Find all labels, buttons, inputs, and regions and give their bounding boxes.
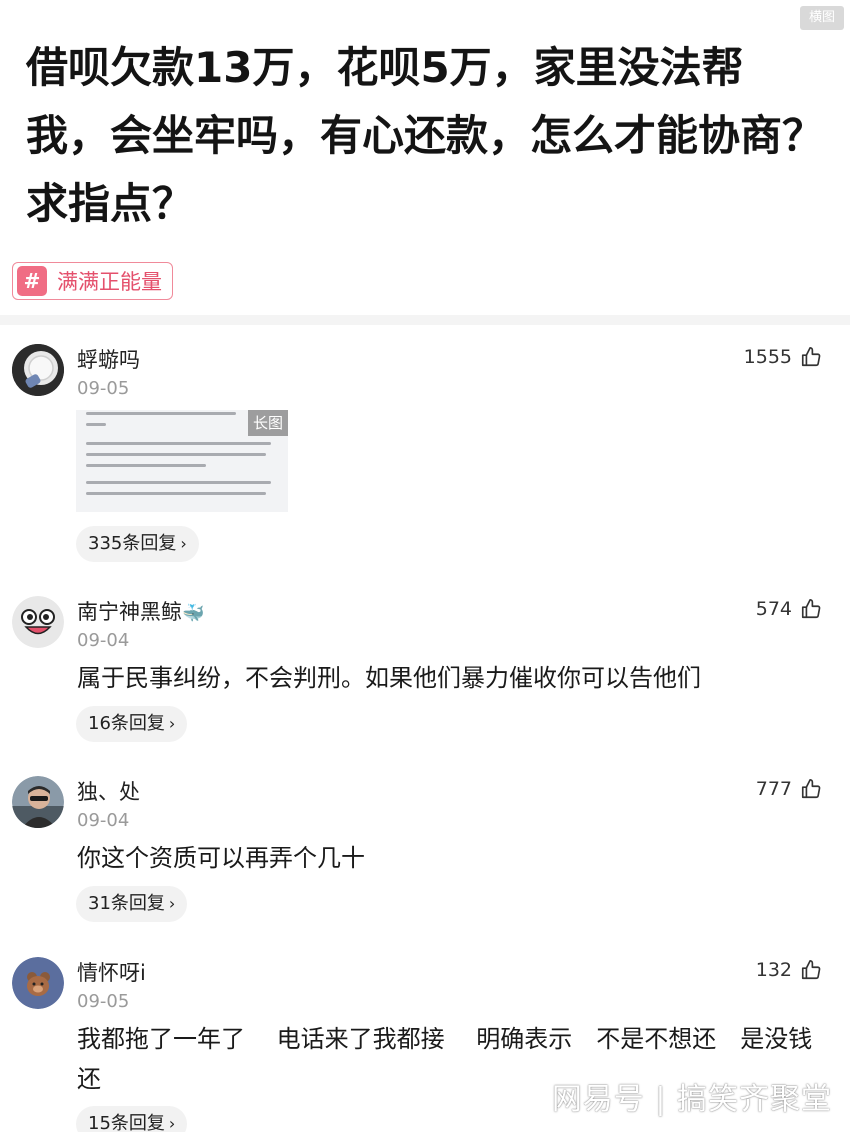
like-count: 132 — [755, 959, 792, 981]
comment-date: 09-04 — [77, 630, 130, 651]
reply-count-label: 16条回复 — [88, 713, 165, 734]
comment-username-text: 南宁神黑鲸 — [77, 600, 182, 624]
hashtag-icon: # — [17, 266, 47, 296]
section-divider — [0, 315, 850, 325]
reply-count-button[interactable]: 335条回复 › — [76, 526, 199, 562]
comment-date: 09-04 — [77, 810, 130, 831]
comment-item: 南宁神黑鲸🐳 09-04 574 属于民事纠纷，不会判刑。如果他们暴力催收你可以… — [0, 592, 850, 752]
like-button[interactable]: 777 — [756, 778, 822, 800]
comment-text: 你这个资质可以再弄个几十 — [77, 844, 365, 872]
chevron-right-icon: › — [180, 534, 187, 553]
topic-tag[interactable]: # 满满正能量 — [12, 262, 173, 300]
layout-badge: 横图 — [800, 6, 844, 30]
long-image-badge: 长图 — [248, 410, 288, 436]
thumbs-up-icon — [801, 347, 821, 367]
comment-username[interactable]: 情怀呀i — [77, 957, 146, 987]
whale-emoji-icon: 🐳 — [182, 603, 205, 624]
chevron-right-icon: › — [168, 714, 176, 733]
thumbs-up-icon — [801, 960, 821, 980]
chevron-right-icon: › — [168, 894, 176, 913]
cartoon-face-avatar-icon[interactable] — [12, 596, 64, 648]
comment-item: 蜉蝣吗 09-05 1555 长图 335条回复 › — [0, 340, 850, 570]
comment-date: 09-05 — [77, 378, 130, 399]
post-title: 借呗欠款13万，花呗5万，家里没法帮我，会坐牢吗，有心还款，怎么才能协商？求指点… — [26, 43, 825, 228]
reply-count-button[interactable]: 15条回复 › — [76, 1106, 188, 1132]
reply-count-label: 31条回复 — [88, 893, 165, 914]
like-button[interactable]: 1555 — [744, 346, 822, 368]
chevron-right-icon: › — [168, 1114, 176, 1132]
like-button[interactable]: 574 — [756, 598, 822, 620]
topic-tag-label: 满满正能量 — [57, 270, 162, 294]
comment-username[interactable]: 蜉蝣吗 — [77, 344, 140, 374]
comment-text: 属于民事纠纷，不会判刑。如果他们暴力催收你可以告他们 — [77, 664, 701, 692]
person-sunglasses-avatar-icon[interactable] — [12, 776, 64, 828]
like-count: 574 — [755, 598, 792, 620]
teddy-bear-avatar-icon[interactable] — [12, 957, 64, 1009]
comment-image[interactable]: 长图 — [76, 410, 288, 512]
source-watermark: 网易号 | 搞笑齐聚堂 — [551, 1082, 832, 1117]
comment-username[interactable]: 南宁神黑鲸🐳 — [77, 596, 204, 626]
reply-count-button[interactable]: 31条回复 › — [76, 886, 188, 922]
comment-date: 09-05 — [77, 991, 130, 1012]
comment-username[interactable]: 独、处 — [77, 776, 140, 806]
like-count: 777 — [755, 778, 792, 800]
fan-avatar-icon[interactable] — [12, 344, 64, 396]
thumbs-up-icon — [801, 779, 821, 799]
reply-count-button[interactable]: 16条回复 › — [76, 706, 188, 742]
reply-count-label: 335条回复 — [88, 533, 177, 554]
reply-count-label: 15条回复 — [88, 1113, 165, 1132]
thumbs-up-icon — [801, 599, 821, 619]
like-button[interactable]: 132 — [756, 959, 822, 981]
comment-item: 独、处 09-04 777 你这个资质可以再弄个几十 31条回复 › — [0, 772, 850, 932]
like-count: 1555 — [743, 346, 792, 368]
